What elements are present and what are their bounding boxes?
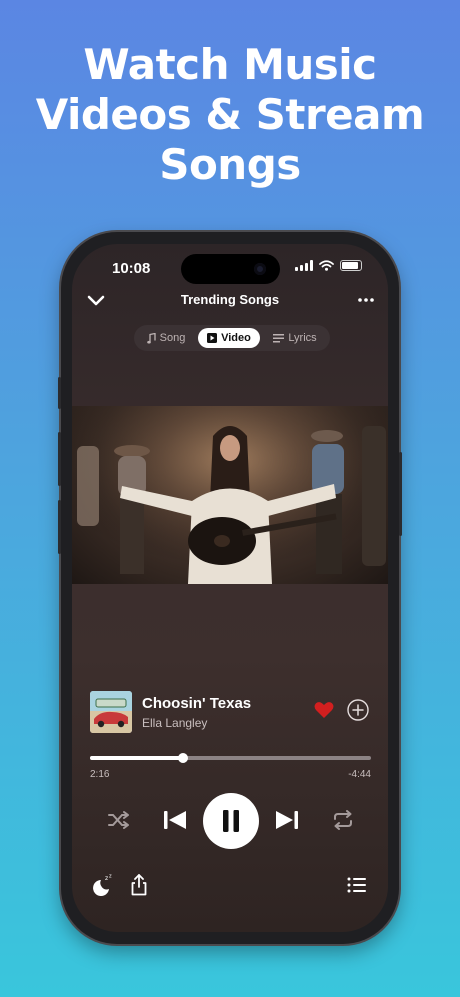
repeat-icon[interactable]: [332, 810, 354, 830]
tab-lyrics[interactable]: Lyrics: [264, 328, 326, 348]
album-art[interactable]: [90, 691, 132, 733]
next-track-icon[interactable]: [274, 809, 300, 831]
album-art-image: [90, 691, 132, 733]
phone-action-button: [58, 377, 61, 409]
top-bar: Trending Songs: [72, 286, 388, 316]
tab-song-label: Song: [159, 332, 186, 344]
lyrics-icon: [273, 333, 285, 342]
video-frame: [72, 406, 388, 584]
pause-button[interactable]: [203, 793, 259, 849]
headline: Watch Music Videos & Stream Songs: [0, 40, 460, 190]
song-title: Choosin' Texas: [142, 695, 252, 712]
phone-volume-up-button: [58, 432, 61, 486]
play-square-icon: [207, 333, 218, 343]
tab-lyrics-label: Lyrics: [288, 332, 317, 344]
share-icon[interactable]: [128, 874, 150, 896]
artist-name[interactable]: Ella Langley: [142, 716, 207, 730]
elapsed-time: 2:16: [90, 769, 110, 780]
phone-power-button: [399, 452, 402, 536]
music-note-icon: [146, 332, 156, 343]
heart-icon[interactable]: [314, 701, 334, 719]
headline-line-1: Watch Music: [83, 40, 377, 89]
phone-volume-down-button: [58, 500, 61, 554]
svg-text:z: z: [109, 874, 112, 880]
shuffle-icon[interactable]: [108, 810, 130, 830]
pause-icon: [223, 810, 239, 832]
headline-line-3: Songs: [159, 140, 301, 189]
dynamic-island: [181, 254, 280, 284]
page-title: Trending Songs: [180, 292, 280, 307]
camera-icon: [254, 263, 266, 275]
status-time: 10:08: [112, 260, 151, 277]
remaining-time: -4:44: [348, 769, 371, 780]
previous-track-icon[interactable]: [162, 809, 188, 831]
tab-video[interactable]: Video: [198, 328, 260, 348]
more-options-icon[interactable]: [358, 298, 374, 302]
queue-list-icon[interactable]: [346, 874, 368, 896]
sleep-timer-icon[interactable]: z z: [92, 874, 114, 896]
music-video-player[interactable]: [72, 406, 388, 584]
tab-video-label: Video: [221, 332, 251, 344]
wifi-icon: [319, 260, 334, 271]
progress-fill: [90, 756, 183, 760]
progress-scrubber-handle[interactable]: [177, 753, 188, 763]
svg-text:z: z: [105, 875, 108, 882]
phone-screen: 10:08 Trending Songs Song Video Lyrics C…: [72, 244, 388, 932]
tab-song[interactable]: Song: [138, 328, 194, 348]
view-mode-segmented-control: Song Video Lyrics: [134, 325, 330, 351]
headline-line-2: Videos & Stream: [35, 90, 425, 139]
playback-progress-bar[interactable]: [90, 753, 371, 763]
status-icons: [295, 260, 362, 271]
add-to-playlist-icon[interactable]: [347, 699, 369, 721]
battery-icon: [340, 260, 362, 271]
cellular-signal-icon: [295, 260, 313, 271]
